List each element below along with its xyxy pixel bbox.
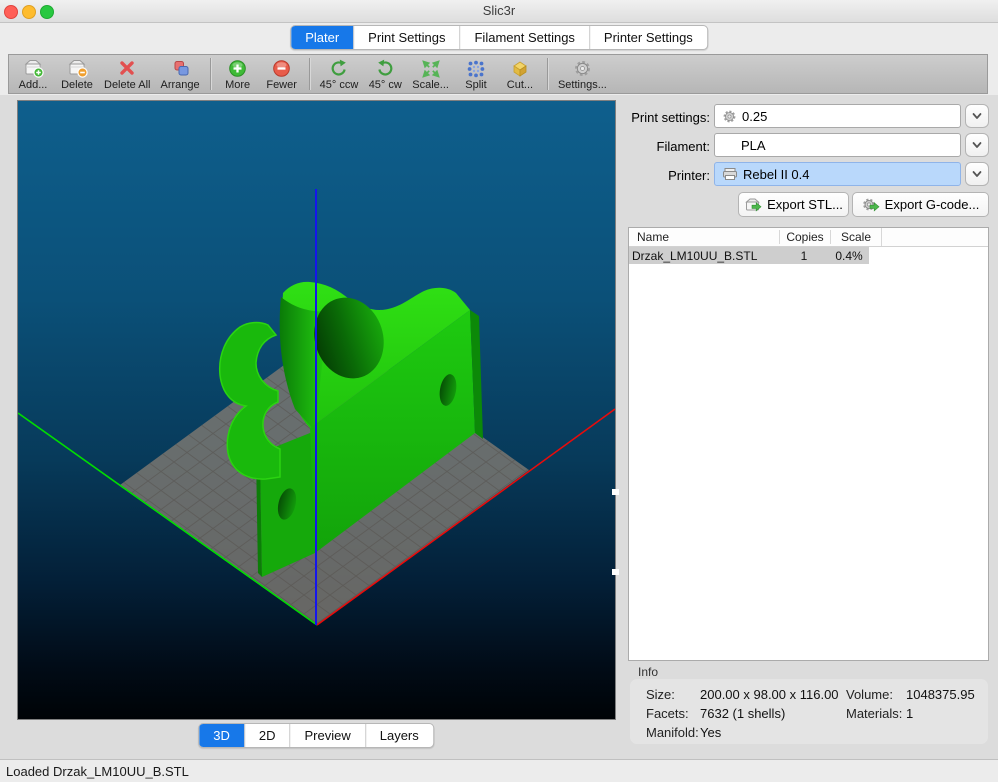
add-object-icon <box>22 57 44 78</box>
toolbar-separator <box>547 58 548 90</box>
fewer-copies-icon <box>272 57 291 78</box>
info-section-title: Info <box>638 665 658 679</box>
info-size-label: Size: <box>646 687 675 702</box>
toolbar: Add... Delete Delete All <box>8 54 988 94</box>
filament-dropdown-button[interactable] <box>965 133 989 157</box>
view-tab-layers[interactable]: Layers <box>365 724 433 747</box>
tab-filament-settings[interactable]: Filament Settings <box>459 26 588 49</box>
info-materials-value: 1 <box>906 706 913 721</box>
print-settings-label: Print settings: <box>618 110 710 125</box>
tab-plater[interactable]: Plater <box>291 26 353 49</box>
fewer-button[interactable]: Fewer <box>260 56 304 92</box>
chevron-down-icon <box>970 167 984 181</box>
cell-object-name: Drzak_LM10UU_B.STL <box>629 249 779 263</box>
window-title: Slic3r <box>0 3 998 18</box>
print-settings-select[interactable]: 0.25 <box>714 104 961 128</box>
more-copies-icon <box>228 57 247 78</box>
cell-object-copies: 1 <box>779 249 829 263</box>
chevron-down-icon <box>970 138 984 152</box>
info-materials-label: Materials: <box>846 706 902 721</box>
arrange-button[interactable]: Arrange <box>155 56 204 92</box>
title-bar: Slic3r <box>0 0 998 23</box>
toolbar-separator <box>309 58 310 90</box>
split-icon <box>467 57 485 78</box>
export-gcode-icon <box>862 197 880 213</box>
column-header-name[interactable]: Name <box>629 230 779 244</box>
add-button[interactable]: Add... <box>11 56 55 92</box>
rotate-ccw-button[interactable]: 45° ccw <box>315 56 364 92</box>
view-tab-3d[interactable]: 3D <box>199 724 244 747</box>
filament-select[interactable]: PLA <box>714 133 961 157</box>
print-settings-value: 0.25 <box>742 109 767 124</box>
splitter-handle-dot[interactable] <box>612 569 619 575</box>
delete-all-button[interactable]: Delete All <box>99 56 155 92</box>
view-tab-preview[interactable]: Preview <box>289 724 364 747</box>
column-header-filler <box>881 228 988 246</box>
status-bar: Loaded Drzak_LM10UU_B.STL <box>0 759 998 782</box>
splitter-handle-dot[interactable] <box>612 489 619 495</box>
scale-button[interactable]: Scale... <box>407 56 454 92</box>
export-stl-label: Export STL... <box>767 197 843 212</box>
table-header: Name Copies Scale <box>629 228 988 247</box>
gear-icon <box>722 109 737 124</box>
filament-label: Filament: <box>618 139 710 154</box>
table-row[interactable]: Drzak_LM10UU_B.STL 1 0.4% <box>629 247 869 264</box>
rotate-cw-button[interactable]: 45° cw <box>363 56 407 92</box>
status-message: Loaded Drzak_LM10UU_B.STL <box>6 764 189 779</box>
export-stl-icon <box>744 197 762 213</box>
cut-button[interactable]: Cut... <box>498 56 542 92</box>
3d-viewport[interactable] <box>17 100 616 720</box>
main-tab-bar: Plater Print Settings Filament Settings … <box>0 23 998 53</box>
printer-select[interactable]: Rebel II 0.4 <box>714 162 961 186</box>
printer-label: Printer: <box>618 168 710 183</box>
delete-all-icon <box>117 57 137 78</box>
cut-icon <box>510 57 530 78</box>
3d-viewport-canvas <box>18 101 615 719</box>
rotate-cw-icon <box>376 57 395 78</box>
info-manifold-label: Manifold: <box>646 725 699 740</box>
info-facets-value: 7632 (1 shells) <box>700 706 785 721</box>
settings-gear-icon <box>573 57 592 78</box>
app-window: Slic3r Plater Print Settings Filament Se… <box>0 0 998 782</box>
info-manifold-value: Yes <box>700 725 721 740</box>
rotate-ccw-icon <box>329 57 348 78</box>
more-button[interactable]: More <box>216 56 260 92</box>
export-gcode-label: Export G-code... <box>885 197 980 212</box>
delete-object-icon <box>66 57 88 78</box>
info-facets-label: Facets: <box>646 706 689 721</box>
filament-value: PLA <box>741 138 766 153</box>
info-size-value: 200.00 x 98.00 x 116.00 <box>700 687 839 702</box>
column-header-scale[interactable]: Scale <box>830 230 881 244</box>
view-tab-2d[interactable]: 2D <box>244 724 290 747</box>
info-panel: Size: 200.00 x 98.00 x 116.00 Volume: 10… <box>630 679 988 744</box>
objects-table[interactable]: Name Copies Scale Drzak_LM10UU_B.STL 1 0… <box>628 227 989 661</box>
split-button[interactable]: Split <box>454 56 498 92</box>
view-tab-bar: 3D 2D Preview Layers <box>198 723 434 748</box>
settings-button[interactable]: Settings... <box>553 56 612 92</box>
printer-dropdown-button[interactable] <box>965 162 989 186</box>
column-header-copies[interactable]: Copies <box>779 230 830 244</box>
info-volume-value: 1048375.95 <box>906 687 975 702</box>
scale-icon <box>422 57 440 78</box>
toolbar-separator <box>210 58 211 90</box>
cell-object-scale: 0.4% <box>829 249 869 263</box>
printer-icon <box>722 167 738 181</box>
print-settings-dropdown-button[interactable] <box>965 104 989 128</box>
tab-print-settings[interactable]: Print Settings <box>353 26 459 49</box>
info-volume-label: Volume: <box>846 687 893 702</box>
export-stl-button[interactable]: Export STL... <box>738 192 849 217</box>
arrange-icon <box>170 57 190 78</box>
printer-value: Rebel II 0.4 <box>743 167 810 182</box>
chevron-down-icon <box>970 109 984 123</box>
delete-button[interactable]: Delete <box>55 56 99 92</box>
tab-printer-settings[interactable]: Printer Settings <box>589 26 707 49</box>
export-gcode-button[interactable]: Export G-code... <box>852 192 989 217</box>
